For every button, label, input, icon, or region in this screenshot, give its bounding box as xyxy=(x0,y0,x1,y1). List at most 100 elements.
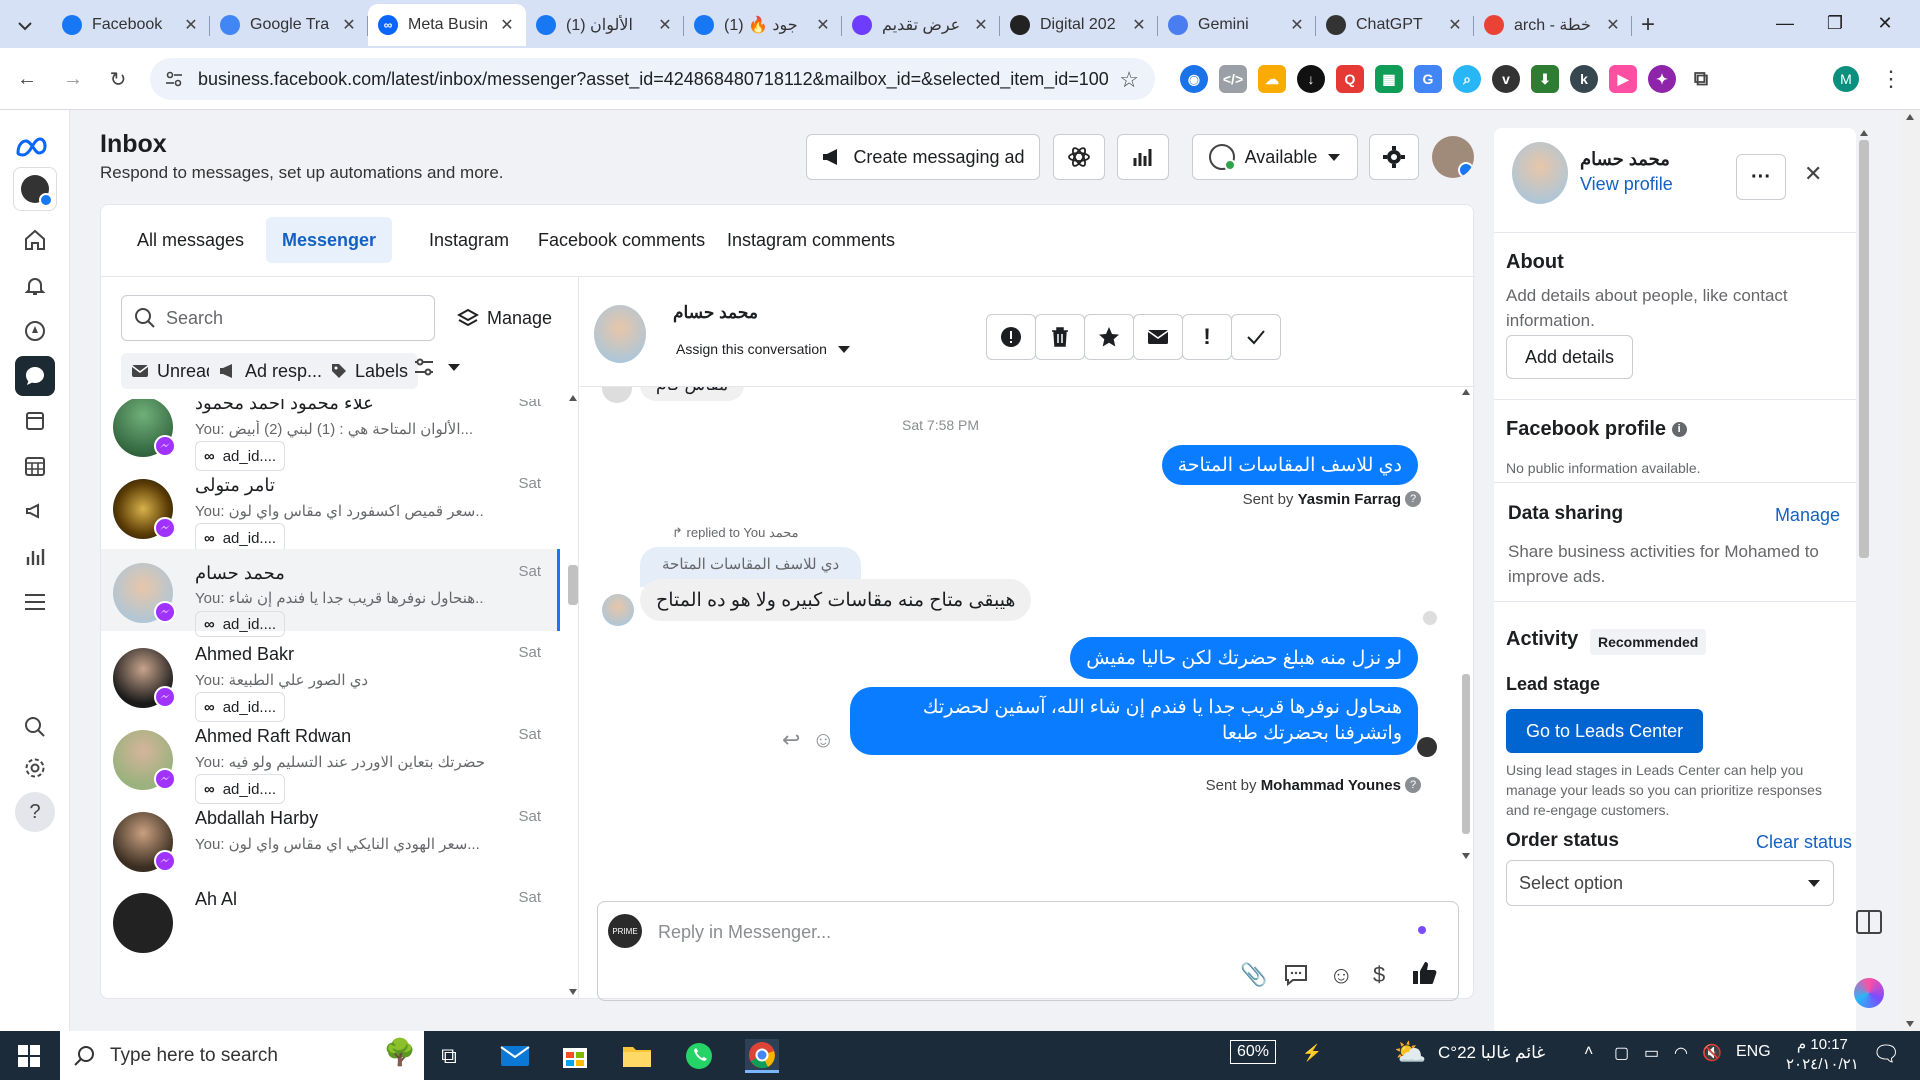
star-button[interactable] xyxy=(1084,314,1134,360)
all-tools-menu-icon[interactable] xyxy=(15,582,55,622)
weather-label[interactable]: غائم غالبا 22°C xyxy=(1438,1043,1545,1063)
browser-tab[interactable]: ∞ Meta Busin ✕ xyxy=(368,4,526,46)
browser-tab[interactable]: Gemini ✕ xyxy=(1158,4,1316,46)
extension-orb-icon[interactable]: ✦ xyxy=(1648,65,1676,93)
search-icon[interactable] xyxy=(15,707,55,747)
close-tab-icon[interactable]: ✕ xyxy=(340,15,358,35)
whatsapp-icon[interactable] xyxy=(682,1039,716,1073)
view-profile-link[interactable]: View profile xyxy=(1580,174,1673,195)
tab-search-button[interactable] xyxy=(12,13,38,39)
minimize-button[interactable]: — xyxy=(1770,10,1800,36)
close-tab-icon[interactable]: ✕ xyxy=(498,15,516,35)
order-status-select[interactable]: Select option xyxy=(1506,860,1834,906)
filter-settings-dropdown[interactable] xyxy=(413,357,461,377)
conversation-item-selected[interactable]: محمد حسام You: هنحاول نوفرها قريب جدا يا… xyxy=(101,549,560,637)
input-language[interactable]: ENG xyxy=(1736,1043,1771,1061)
mark-spam-button[interactable] xyxy=(986,314,1036,360)
mail-app-icon[interactable] xyxy=(498,1039,532,1073)
reload-button[interactable]: ↻ xyxy=(103,64,133,94)
search-input[interactable]: Search xyxy=(121,295,435,341)
file-explorer-icon[interactable] xyxy=(620,1039,654,1073)
conversation-list-scrollbar[interactable] xyxy=(567,395,579,999)
close-tab-icon[interactable]: ✕ xyxy=(1130,15,1148,35)
browser-profile-avatar[interactable]: M xyxy=(1833,66,1859,92)
assign-conversation-dropdown[interactable]: Assign this conversation xyxy=(676,341,851,357)
browser-tab[interactable]: Google Tra ✕ xyxy=(210,4,368,46)
help-icon[interactable]: ? xyxy=(15,792,55,832)
settings-gear-icon[interactable] xyxy=(15,748,55,788)
tray-chevron-up-icon[interactable]: ˄ xyxy=(1584,1043,1593,1061)
browser-menu-icon[interactable]: ⋮ xyxy=(1880,66,1902,92)
extension-arrow-icon[interactable]: ⬇ xyxy=(1531,65,1559,93)
close-window-button[interactable]: ✕ xyxy=(1870,10,1900,36)
account-avatar[interactable] xyxy=(1432,136,1474,178)
extension-code-icon[interactable]: </> xyxy=(1219,65,1247,93)
insights-chart-icon[interactable] xyxy=(15,537,55,577)
close-panel-icon[interactable]: ✕ xyxy=(1804,161,1822,187)
browser-tab[interactable]: Facebook ✕ xyxy=(52,4,210,46)
message-bubble-incoming[interactable]: مقاس كام xyxy=(640,387,745,401)
insights-button[interactable] xyxy=(1117,134,1169,180)
availability-dropdown[interactable]: Available xyxy=(1192,134,1358,180)
browser-tab[interactable]: (1) 🔥 جود ✕ xyxy=(684,4,842,46)
thumbs-up-icon[interactable] xyxy=(1411,960,1437,986)
details-avatar[interactable] xyxy=(1512,142,1568,204)
battery-indicator[interactable]: 60% xyxy=(1230,1040,1277,1064)
extension-k-icon[interactable]: k xyxy=(1570,65,1598,93)
reply-arrow-icon[interactable]: ↩ xyxy=(782,727,800,753)
filter-ad-responses[interactable]: Ad resp... xyxy=(209,353,333,389)
extension-vd-icon[interactable]: v xyxy=(1492,65,1520,93)
settings-button[interactable] xyxy=(1369,134,1419,180)
page-avatar[interactable] xyxy=(13,167,57,211)
message-bubble-outgoing[interactable]: دي للاسف المقاسات المتاحة xyxy=(1161,445,1418,485)
close-tab-icon[interactable]: ✕ xyxy=(1446,15,1464,35)
payment-dollar-icon[interactable]: $ xyxy=(1373,962,1385,988)
extension-play-icon[interactable]: ▶ xyxy=(1609,65,1637,93)
filter-labels[interactable]: Labels xyxy=(321,353,419,389)
tray-device-icon[interactable]: ▢ xyxy=(1614,1043,1629,1063)
browser-tab[interactable]: ChatGPT ✕ xyxy=(1316,4,1474,46)
create-messaging-ad-button[interactable]: Create messaging ad xyxy=(806,134,1040,180)
close-tab-icon[interactable]: ✕ xyxy=(972,15,990,35)
data-sharing-manage-link[interactable]: Manage xyxy=(1775,505,1840,526)
message-bubble-outgoing[interactable]: لو نزل منه هبلغ حضرتك لكن حاليا مفيش xyxy=(1070,637,1418,679)
planner-calendar-icon[interactable] xyxy=(15,446,55,486)
chrome-app-icon[interactable] xyxy=(745,1039,779,1073)
address-bar[interactable]: business.facebook.com/latest/inbox/messe… xyxy=(150,58,1155,100)
extension-translate-icon[interactable]: G xyxy=(1414,65,1442,93)
content-posts-icon[interactable] xyxy=(15,401,55,441)
emoji-react-icon[interactable]: ☺ xyxy=(812,727,834,753)
back-button[interactable]: ← xyxy=(12,64,42,94)
tab-instagram-comments[interactable]: Instagram comments xyxy=(711,217,911,263)
task-view-icon[interactable]: ⧉ xyxy=(432,1039,466,1073)
tray-battery-icon[interactable]: ▭ xyxy=(1644,1043,1659,1063)
add-details-button[interactable]: Add details xyxy=(1506,335,1634,379)
automations-button[interactable] xyxy=(1053,134,1105,180)
conversation-item[interactable]: Ah Al Sat xyxy=(101,889,557,989)
browser-tab[interactable]: arch - خطة ✕ xyxy=(1474,4,1632,46)
extension-download-icon[interactable]: ↓ xyxy=(1297,65,1325,93)
delete-button[interactable] xyxy=(1035,314,1085,360)
close-tab-icon[interactable]: ✕ xyxy=(814,15,832,35)
extension-sheet-icon[interactable]: ▦ xyxy=(1375,65,1403,93)
follow-up-button[interactable]: ! xyxy=(1182,314,1232,360)
forward-button[interactable]: → xyxy=(58,64,88,94)
tray-wifi-icon[interactable]: ◠ xyxy=(1674,1043,1688,1063)
reply-input[interactable]: Reply in Messenger... xyxy=(658,922,831,943)
home-icon[interactable] xyxy=(15,220,55,260)
tab-all-messages[interactable]: All messages xyxy=(121,217,260,263)
browser-tab[interactable]: عرض تقديم ✕ xyxy=(842,4,1000,46)
extension-cloud-icon[interactable]: ☁ xyxy=(1258,65,1286,93)
extension-eye-icon[interactable]: ◉ xyxy=(1180,65,1208,93)
chat-contact-name[interactable]: محمد حسام xyxy=(673,303,758,323)
new-tab-button[interactable]: + xyxy=(1632,4,1664,46)
meta-logo-icon[interactable] xyxy=(15,128,55,168)
ai-assistant-icon[interactable] xyxy=(1854,978,1884,1008)
extensions-puzzle-icon[interactable]: ⧉ xyxy=(1687,65,1715,93)
close-tab-icon[interactable]: ✕ xyxy=(1288,15,1306,35)
windows-start-icon[interactable] xyxy=(18,1045,40,1067)
weather-cloud-icon[interactable]: ⛅ xyxy=(1394,1037,1426,1068)
tab-messenger[interactable]: Messenger xyxy=(266,217,393,263)
browser-tab[interactable]: (1) الألوان ✕ xyxy=(526,4,684,46)
close-tab-icon[interactable]: ✕ xyxy=(656,15,674,35)
